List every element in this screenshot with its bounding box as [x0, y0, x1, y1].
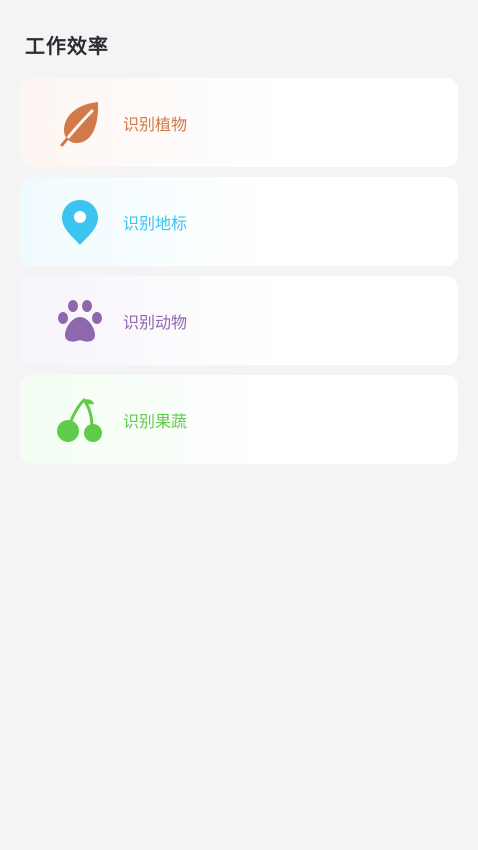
- identify-landmark-label: 识别地标: [123, 213, 188, 233]
- identify-animal-label: 识别动物: [123, 312, 188, 332]
- identify-fruit-label: 识别果蔬: [123, 411, 188, 431]
- paw-icon: [56, 297, 104, 345]
- location-pin-icon: [56, 198, 104, 246]
- leaf-icon: [56, 99, 104, 147]
- cherry-icon: [56, 396, 104, 444]
- work-efficiency-page: 工作效率 识别植物 识别地标 识别动物 识别果蔬: [0, 0, 478, 850]
- identify-plant-card[interactable]: 识别植物: [20, 78, 458, 167]
- identify-fruit-card[interactable]: 识别果蔬: [20, 375, 458, 464]
- section-title: 工作效率: [25, 34, 109, 58]
- identify-animal-card[interactable]: 识别动物: [20, 276, 458, 365]
- identify-plant-label: 识别植物: [123, 114, 188, 134]
- identify-landmark-card[interactable]: 识别地标: [20, 177, 458, 266]
